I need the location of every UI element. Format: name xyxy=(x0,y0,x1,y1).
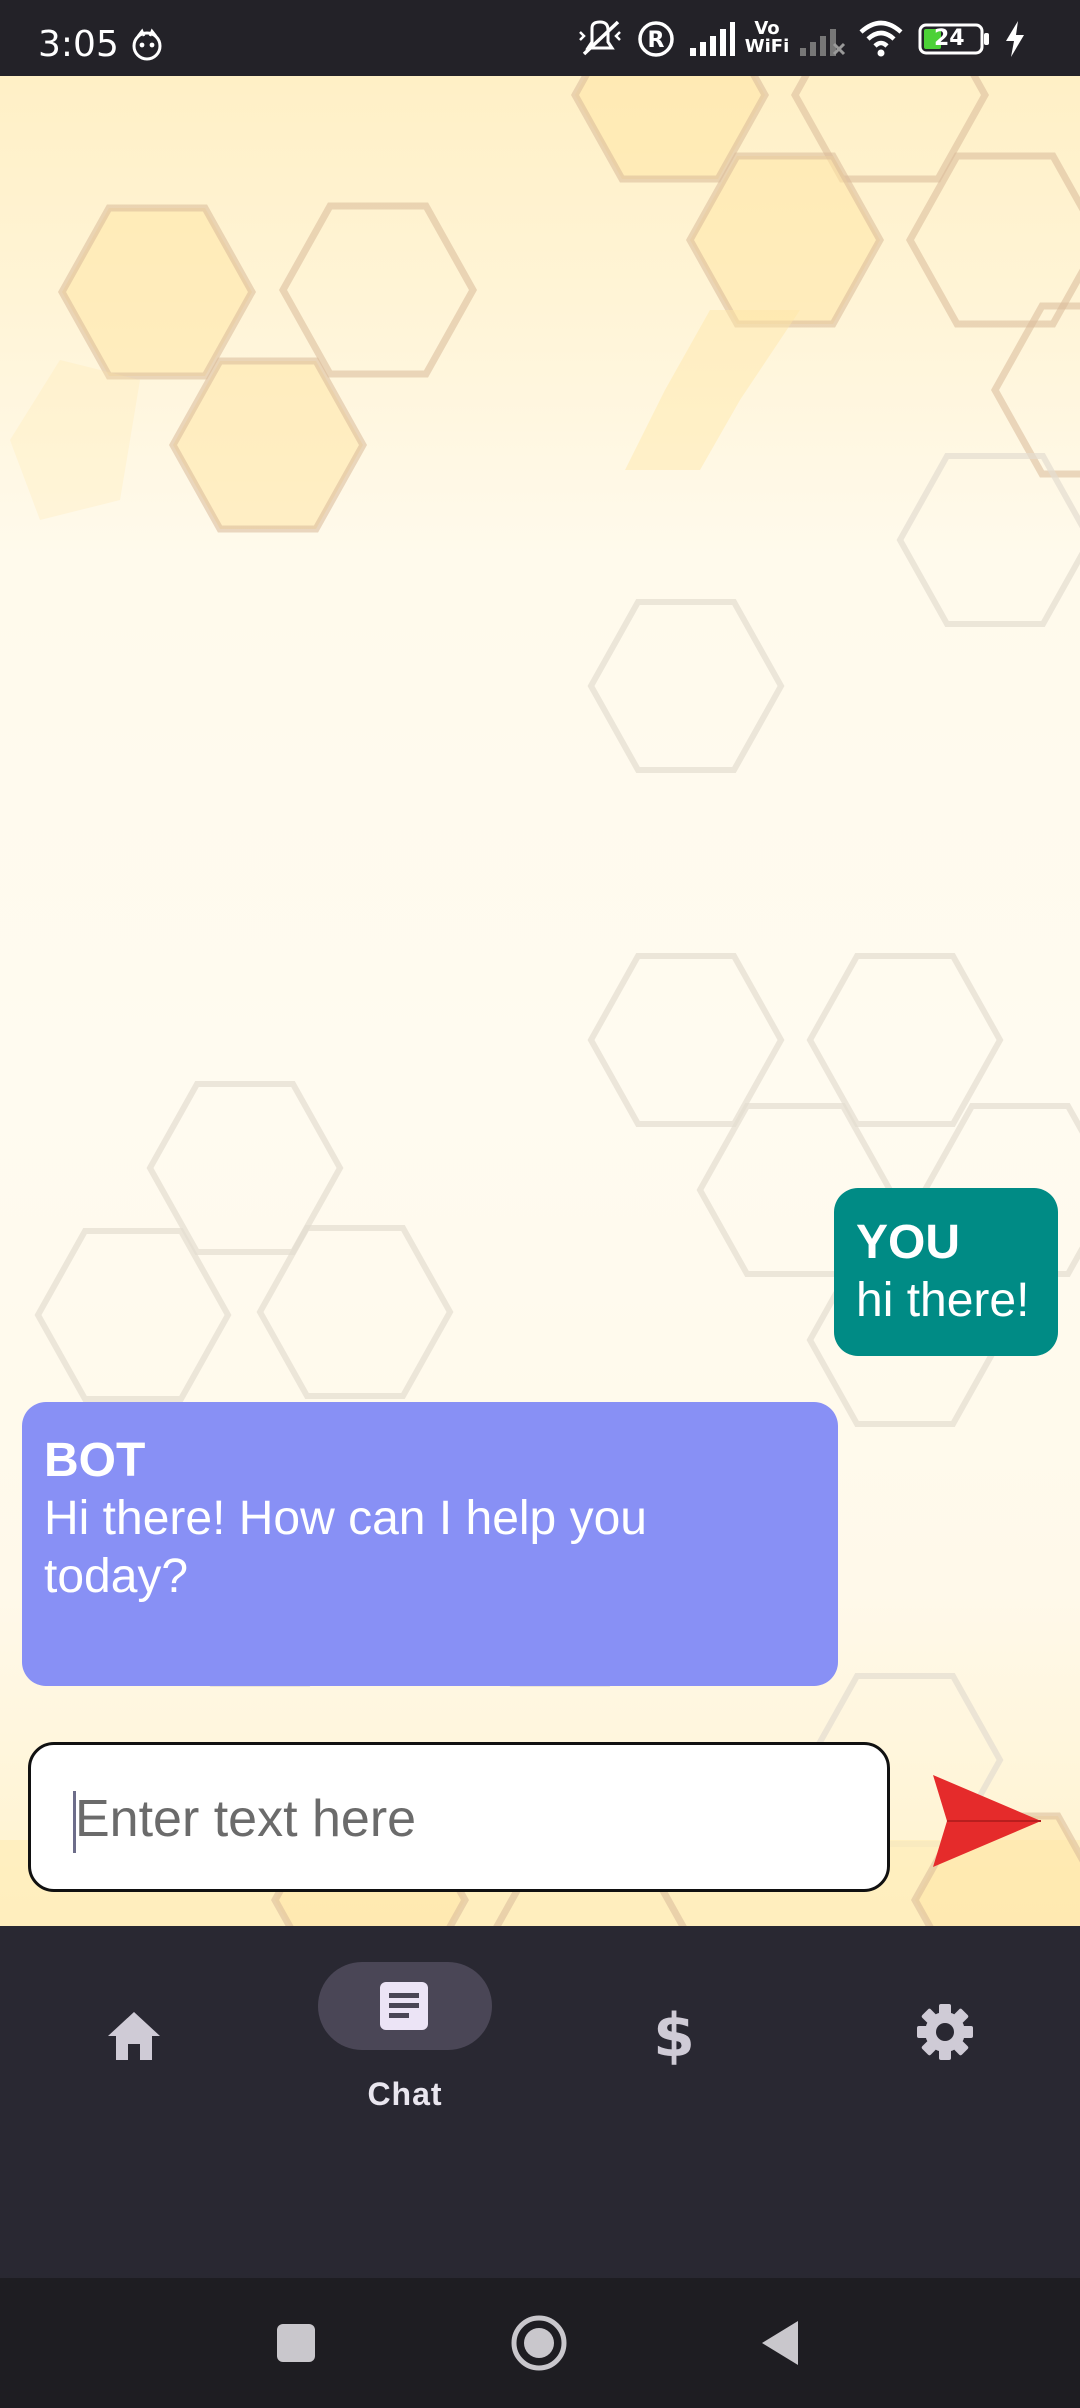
bot-message-line-2: today? xyxy=(44,1550,189,1603)
send-button[interactable] xyxy=(920,1766,1050,1876)
nav-item-home[interactable] xyxy=(66,1926,206,2126)
user-sender-label: YOU xyxy=(856,1216,961,1269)
svg-text:$: $ xyxy=(653,2001,695,2066)
bot-message-bubble: BOT Hi there! How can I help you today? xyxy=(22,1402,838,1686)
home-circle-icon[interactable] xyxy=(510,2314,568,2372)
charging-bolt-icon xyxy=(1006,21,1024,57)
chat-document-icon xyxy=(380,1982,428,2030)
roaming-r-icon: R xyxy=(638,21,674,57)
nav-item-chat[interactable] xyxy=(318,1962,492,2050)
vowifi-icon: Vo WiFi xyxy=(742,20,792,56)
status-bar: 3:05 R Vo WiFi 24 xyxy=(0,0,1080,76)
vowifi-bottom-label: WiFi xyxy=(744,36,790,57)
chat-area: YOU hi there! BOT Hi there! How can I he… xyxy=(0,76,1080,1926)
signal-no-service-icon xyxy=(800,29,846,56)
status-icons: R Vo WiFi 24 xyxy=(578,18,1058,60)
battery-level: 24 xyxy=(934,26,965,51)
nav-item-dollar[interactable]: $ xyxy=(604,1926,744,2126)
mute-vibrate-icon xyxy=(579,20,621,56)
message-input-placeholder: Enter text here xyxy=(75,1790,417,1848)
bot-message-line-1: Hi there! How can I help you xyxy=(44,1492,647,1545)
bottom-navigation: Chat $ xyxy=(0,1926,1080,2278)
bot-sender-label: BOT xyxy=(44,1434,146,1487)
face-notification-icon xyxy=(130,28,164,62)
send-arrow-icon xyxy=(933,1775,1041,1867)
message-input[interactable]: Enter text here xyxy=(28,1742,890,1892)
user-message-text: hi there! xyxy=(856,1274,1030,1327)
signal-icon xyxy=(690,22,735,56)
nav-item-settings[interactable] xyxy=(875,1926,1015,2126)
back-triangle-icon[interactable] xyxy=(758,2318,802,2368)
status-time: 3:05 xyxy=(38,24,119,65)
recents-square-icon[interactable] xyxy=(275,2322,317,2364)
system-navigation-bar xyxy=(0,2278,1080,2408)
gear-icon xyxy=(917,2004,973,2060)
home-icon xyxy=(108,2012,160,2060)
svg-text:R: R xyxy=(648,28,665,53)
dollar-icon: $ xyxy=(653,2001,695,2066)
nav-label-chat: Chat xyxy=(367,2076,443,2112)
wifi-icon xyxy=(859,20,903,57)
user-message-bubble: YOU hi there! xyxy=(834,1188,1058,1356)
